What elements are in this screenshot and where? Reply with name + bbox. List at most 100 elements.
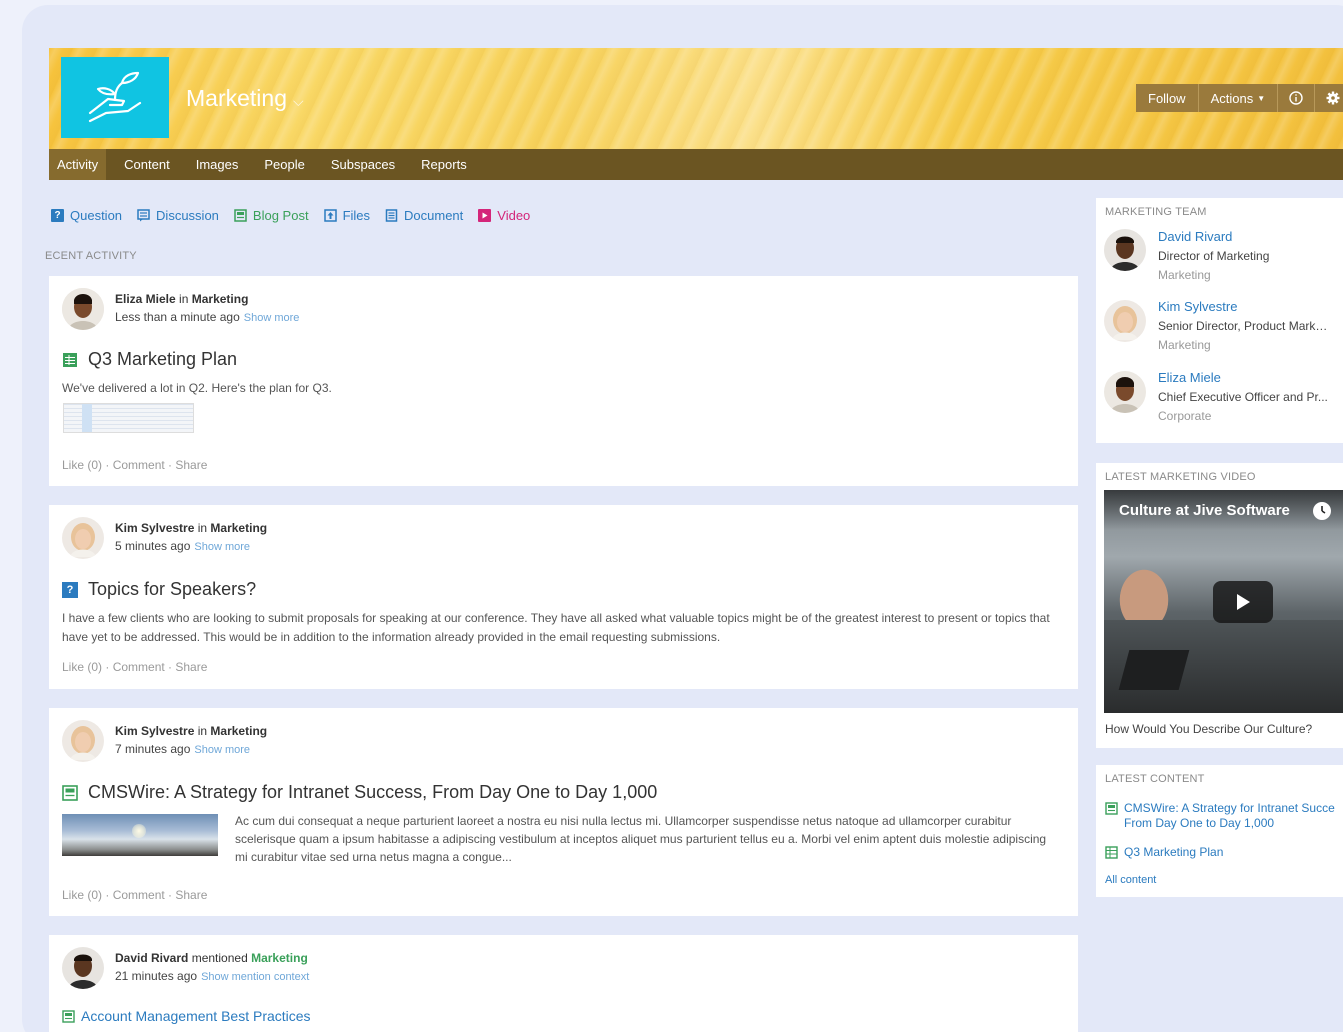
- create-discussion[interactable]: Discussion: [137, 208, 219, 223]
- latest-content-item[interactable]: Q3 Marketing Plan: [1105, 845, 1223, 859]
- meta-in: in: [197, 521, 208, 535]
- comment-link[interactable]: Comment: [113, 888, 165, 902]
- post-title[interactable]: ? Topics for Speakers?: [62, 579, 256, 600]
- avatar[interactable]: [62, 288, 104, 330]
- avatar[interactable]: [62, 947, 104, 989]
- follow-button[interactable]: Follow: [1136, 84, 1199, 112]
- comment-link[interactable]: Comment: [113, 458, 165, 472]
- place-link[interactable]: Marketing: [192, 292, 249, 306]
- place-link[interactable]: Marketing: [210, 724, 267, 738]
- show-mention-context-link[interactable]: Show mention context: [201, 971, 309, 983]
- spreadsheet-thumbnail[interactable]: [63, 403, 194, 433]
- like-link[interactable]: Like (0): [62, 888, 102, 902]
- like-link[interactable]: Like (0): [62, 458, 102, 472]
- create-video-label: Video: [497, 208, 531, 223]
- post-actions: Like (0) · Comment · Share: [62, 888, 208, 902]
- latest-content-item[interactable]: CMSWire: A Strategy for Intranet Succe F…: [1105, 801, 1335, 831]
- create-video[interactable]: Video: [478, 208, 530, 223]
- space-tabs: Activity Content Images People Subspaces…: [49, 149, 1343, 180]
- avatar[interactable]: [62, 720, 104, 762]
- actions-button[interactable]: Actions ▼: [1198, 84, 1279, 112]
- post-title[interactable]: Q3 Marketing Plan: [62, 349, 237, 370]
- comment-link[interactable]: Comment: [113, 660, 165, 674]
- member-role: Chief Executive Officer and Pr...: [1158, 390, 1328, 404]
- space-title[interactable]: Marketing ⌵: [186, 85, 304, 112]
- space-logo[interactable]: [61, 57, 169, 138]
- settings-button[interactable]: [1315, 84, 1343, 112]
- tab-people[interactable]: People: [251, 149, 317, 180]
- play-icon: [1237, 594, 1250, 610]
- share-link[interactable]: Share: [175, 458, 207, 472]
- member-name-link[interactable]: Kim Sylvestre: [1158, 299, 1330, 314]
- caret-down-icon: ▼: [1257, 93, 1266, 103]
- avatar[interactable]: [1104, 300, 1146, 342]
- place-link[interactable]: Marketing: [251, 951, 308, 965]
- member-name-link[interactable]: David Rivard: [1158, 229, 1330, 244]
- share-link[interactable]: Share: [175, 888, 207, 902]
- create-files[interactable]: Files: [323, 208, 371, 223]
- post-title[interactable]: CMSWire: A Strategy for Intranet Success…: [62, 782, 657, 803]
- play-button[interactable]: [1213, 581, 1273, 623]
- create-discussion-label: Discussion: [156, 208, 219, 223]
- create-files-label: Files: [342, 208, 371, 223]
- all-content-link[interactable]: All content: [1105, 874, 1156, 886]
- post-thumbnail[interactable]: [62, 814, 218, 856]
- share-link[interactable]: Share: [175, 660, 207, 674]
- post-time: 5 minutes ago: [115, 539, 191, 553]
- spreadsheet-icon: [1105, 845, 1118, 859]
- create-document-label: Document: [404, 208, 464, 223]
- create-document[interactable]: Document: [385, 208, 463, 223]
- create-question[interactable]: ? Question: [51, 208, 122, 223]
- meta-in: in: [179, 292, 189, 306]
- post-body: I have a few clients who are looking to …: [62, 611, 1050, 644]
- sprout-hand-icon: [88, 71, 142, 122]
- post-body: Ac cum dui consequat a neque parturient …: [235, 814, 1047, 864]
- author-link[interactable]: Kim Sylvestre: [115, 521, 194, 535]
- create-question-label: Question: [70, 208, 123, 223]
- create-blog-post[interactable]: Blog Post: [234, 208, 309, 223]
- place-link[interactable]: Marketing: [210, 521, 267, 535]
- tab-images[interactable]: Images: [183, 149, 252, 180]
- post-time: 7 minutes ago: [115, 742, 191, 756]
- tab-content[interactable]: Content: [111, 149, 183, 180]
- post-actions: Like (0) · Comment · Share: [62, 458, 208, 472]
- like-link[interactable]: Like (0): [62, 660, 102, 674]
- activity-card: Kim Sylvestre in Marketing 5 minutes ago…: [49, 505, 1078, 689]
- post-title[interactable]: Account Management Best Practices: [62, 1008, 311, 1024]
- post-title-text: Q3 Marketing Plan: [88, 349, 238, 369]
- post-time: 21 minutes ago: [115, 969, 198, 983]
- avatar[interactable]: [1104, 229, 1146, 271]
- avatar[interactable]: [1104, 371, 1146, 413]
- author-link[interactable]: Kim Sylvestre: [115, 724, 194, 738]
- clock-icon[interactable]: [1313, 502, 1331, 520]
- info-button[interactable]: [1278, 84, 1316, 112]
- member-role: Senior Director, Product Marke...: [1158, 319, 1330, 333]
- tab-subspaces[interactable]: Subspaces: [318, 149, 408, 180]
- widget-heading: MARKETING TEAM: [1105, 206, 1207, 218]
- video-player[interactable]: Culture at Jive Software: [1104, 490, 1343, 713]
- post-meta: Eliza Miele in Marketing Less than a min…: [115, 292, 299, 324]
- author-link[interactable]: Eliza Miele: [115, 292, 176, 306]
- content-title: Q3 Marketing Plan: [1124, 845, 1224, 859]
- document-icon: [62, 1009, 75, 1023]
- video-caption[interactable]: How Would You Describe Our Culture?: [1105, 722, 1312, 736]
- latest-content-widget: LATEST CONTENT CMSWire: A Strategy for I…: [1096, 765, 1343, 897]
- banner-actions: Follow Actions ▼: [1136, 84, 1343, 112]
- create-content-bar: ? Question Discussion Blog Post Files Do…: [51, 208, 545, 223]
- show-more-link[interactable]: Show more: [194, 541, 250, 553]
- avatar[interactable]: [62, 517, 104, 559]
- author-link[interactable]: David Rivard: [115, 951, 188, 965]
- tab-activity[interactable]: Activity: [49, 149, 107, 180]
- post-time: Less than a minute ago: [115, 310, 240, 324]
- tab-reports[interactable]: Reports: [408, 149, 480, 180]
- blog-icon: [62, 784, 78, 801]
- actions-label: Actions: [1210, 90, 1254, 106]
- create-blog-label: Blog Post: [252, 208, 309, 223]
- discussion-icon: [137, 209, 150, 222]
- chevron-down-icon: ⌵: [292, 93, 304, 109]
- show-more-link[interactable]: Show more: [194, 744, 250, 756]
- member-name-link[interactable]: Eliza Miele: [1158, 370, 1330, 385]
- marketing-team-widget: MARKETING TEAM David Rivard Director of …: [1096, 198, 1343, 443]
- show-more-link[interactable]: Show more: [244, 312, 300, 324]
- content-title-line: CMSWire: A Strategy for Intranet Succe: [1124, 801, 1335, 815]
